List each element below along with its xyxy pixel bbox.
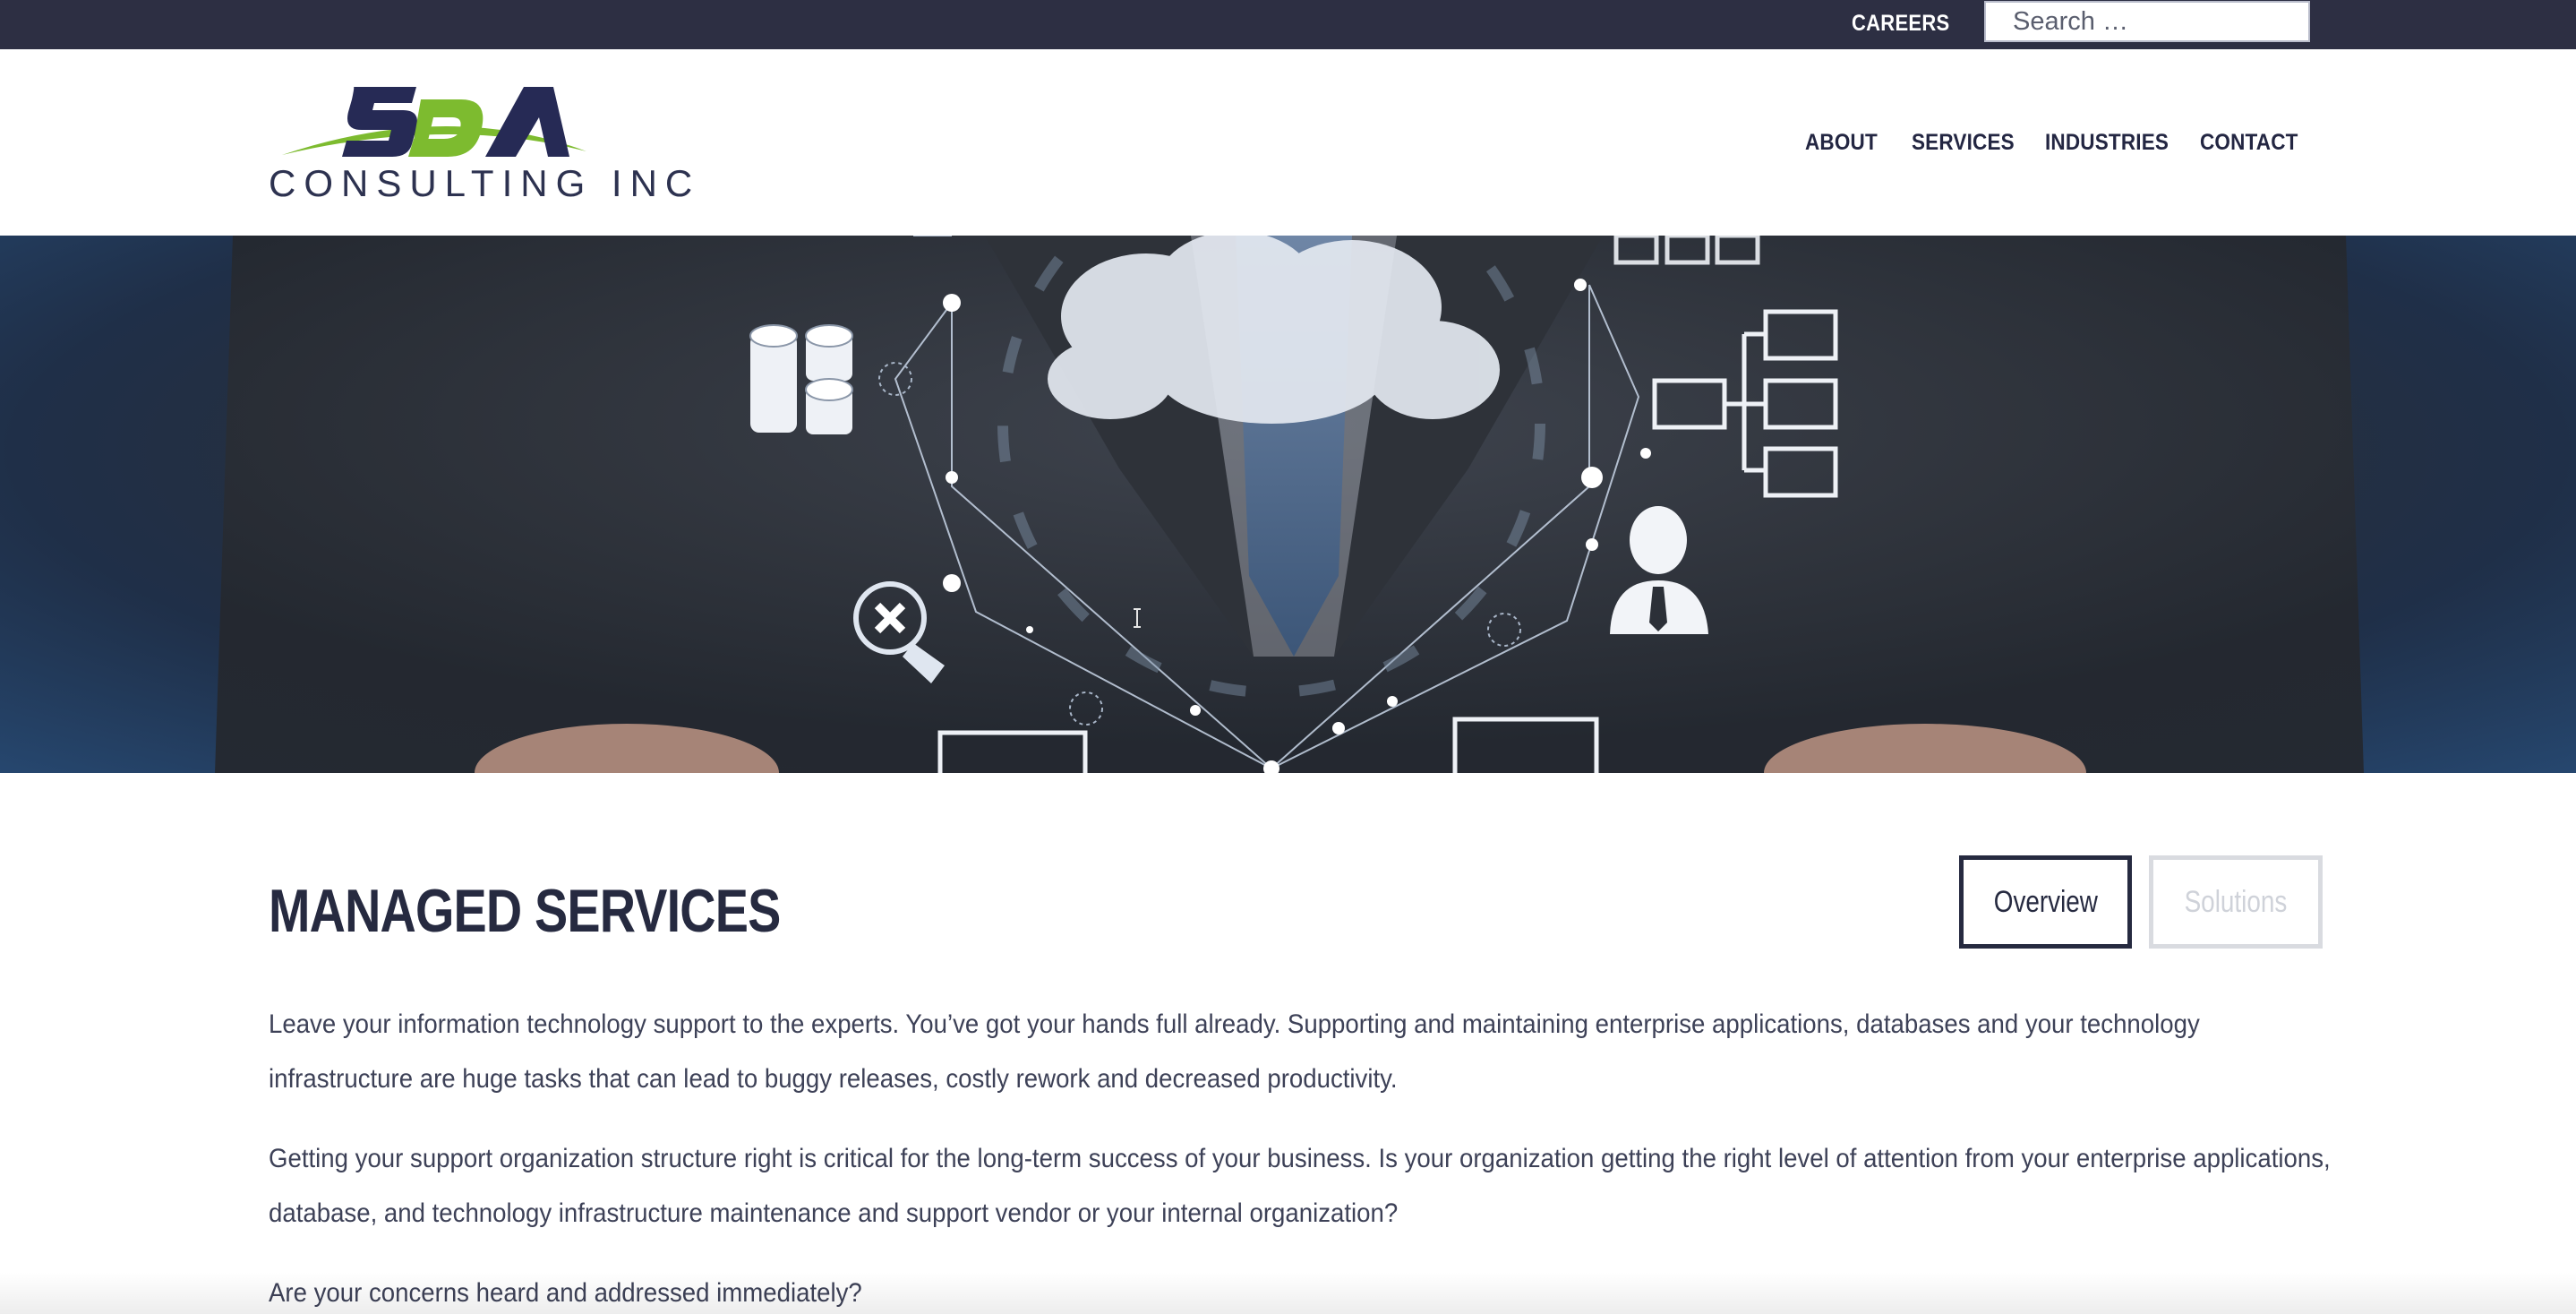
company-logo[interactable]: CONSULTING INC (269, 73, 701, 207)
tab-solutions[interactable]: Solutions (2149, 855, 2323, 949)
tab-overview[interactable]: Overview (1959, 855, 2132, 949)
top-utility-bar: CAREERS (0, 0, 2576, 49)
tab-overview-label: Overview (1993, 884, 2098, 919)
page-title: MANAGED SERVICES (269, 877, 781, 945)
nav-industries[interactable]: INDUSTRIES (2045, 130, 2169, 156)
search-box[interactable] (1984, 1, 2310, 42)
logo-wordmark: CONSULTING INC (269, 162, 701, 204)
search-input[interactable] (1986, 3, 2308, 40)
tab-solutions-label: Solutions (2184, 884, 2288, 919)
concerns-paragraph: Are your concerns heard and addressed im… (269, 1278, 862, 1308)
nav-services[interactable]: SERVICES (1912, 130, 2015, 156)
hero-banner (0, 236, 2576, 773)
logo-mark-icon (282, 87, 586, 157)
hero-illustration (215, 236, 2364, 773)
support-structure-paragraph: Getting your support organization struct… (269, 1144, 2331, 1228)
nav-contact[interactable]: CONTACT (2200, 130, 2298, 156)
nav-about[interactable]: ABOUT (1805, 130, 1878, 156)
site-header: CONSULTING INC ABOUT SERVICES INDUSTRIES… (0, 49, 2576, 236)
careers-link[interactable]: CAREERS (1852, 11, 1949, 37)
intro-paragraph: Leave your information technology suppor… (269, 1009, 2200, 1094)
